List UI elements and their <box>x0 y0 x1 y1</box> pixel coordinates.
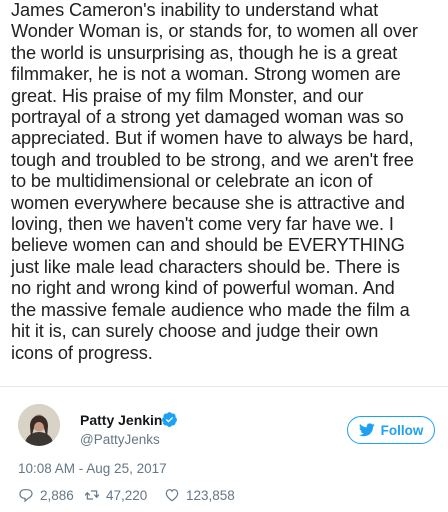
author-handle[interactable]: @PattyJenks <box>80 432 160 447</box>
statement-line: portrayal of a strong yet damaged woman … <box>11 107 404 128</box>
like-button[interactable]: 123,858 <box>164 487 235 503</box>
statement-line: to be multidimensional or celebrate an i… <box>11 171 373 192</box>
reply-count: 2,886 <box>40 487 74 503</box>
statement-line: believe women can and should be EVERYTHI… <box>11 235 405 256</box>
timestamp[interactable]: 10:08 AM - Aug 25, 2017 <box>18 461 167 476</box>
avatar-photo-icon <box>18 404 60 446</box>
twitter-bird-icon <box>358 423 375 437</box>
statement-line: loving, then we haven't come very far ha… <box>11 214 394 235</box>
statement-line: filmmaker, he is not a woman. Strong wom… <box>11 64 401 85</box>
follow-button[interactable]: Follow <box>347 416 435 444</box>
author-name[interactable]: Patty Jenkins <box>80 412 170 428</box>
statement-line: the world is unsurprising as, though he … <box>11 42 398 63</box>
statement-line: appreciated. But if women have to always… <box>11 128 414 149</box>
statement-line: tough and troubled to be strong, and we … <box>11 149 414 170</box>
retweet-icon <box>84 490 100 500</box>
follow-button-label: Follow <box>380 422 424 438</box>
like-count: 123,858 <box>186 487 235 503</box>
retweet-count: 47,220 <box>106 487 148 503</box>
reply-button[interactable]: 2,886 <box>18 487 74 503</box>
statement-line: the massive female audience who made the… <box>11 299 410 320</box>
reply-icon <box>19 489 33 503</box>
avatar[interactable] <box>18 404 60 446</box>
statement-line: hit it is, can surely choose and judge t… <box>11 321 379 342</box>
statement-line: Wonder Woman is, or stands for, to women… <box>11 21 418 42</box>
statement-line: women everywhere because she is attracti… <box>11 192 405 213</box>
divider <box>0 386 448 387</box>
tweet-image-statement: James Cameron's inability to understand … <box>11 0 443 382</box>
statement-line: just like male lead characters should be… <box>11 256 400 277</box>
verified-badge-icon <box>162 412 177 427</box>
like-icon <box>165 489 179 502</box>
statement-line: great. His praise of my film Monster, an… <box>11 85 364 106</box>
statement-line: no right and wrong kind of powerful woma… <box>11 278 395 299</box>
statement-line: James Cameron's inability to understand … <box>11 0 379 20</box>
retweet-button[interactable]: 47,220 <box>84 487 147 503</box>
statement-line: icons of progress. <box>11 342 153 363</box>
